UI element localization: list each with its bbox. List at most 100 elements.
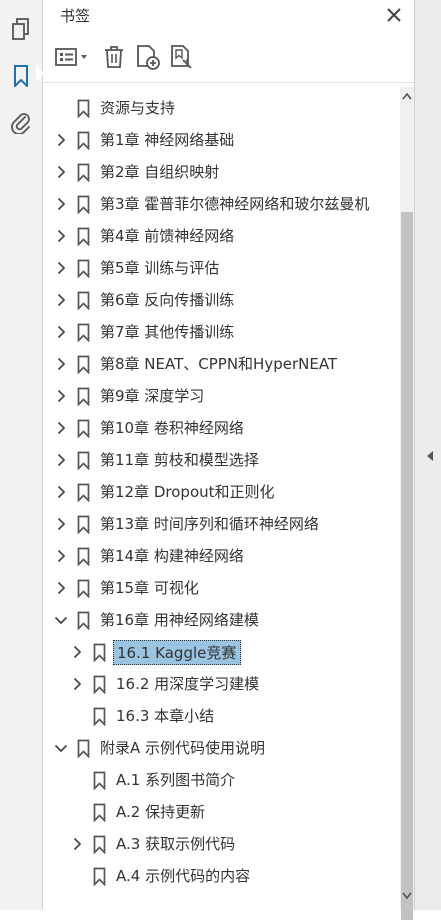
bookmark-item[interactable]: 第8章 NEAT、CPPN和HyperNEAT [43, 350, 398, 378]
bookmark-item[interactable]: A.3 获取示例代码 [43, 830, 398, 858]
bookmark-item[interactable]: 第7章 其他传播训练 [43, 318, 398, 346]
bookmark-icon[interactable] [6, 61, 36, 91]
chevron-right-icon[interactable] [53, 548, 69, 564]
bookmark-item-icon [92, 834, 106, 854]
scroll-down-icon[interactable] [400, 889, 414, 903]
pages-icon[interactable] [6, 14, 36, 44]
bookmark-item[interactable]: 第6章 反向传播训练 [43, 286, 398, 314]
bookmark-item-icon [76, 482, 90, 502]
chevron-right-icon[interactable] [53, 260, 69, 276]
bookmark-label: 第9章 深度学习 [100, 387, 205, 405]
bookmark-item[interactable]: 第11章 剪枝和模型选择 [43, 446, 398, 474]
chevron-right-icon[interactable] [53, 228, 69, 244]
chevron-right-icon[interactable] [53, 132, 69, 148]
bookmark-label: 第10章 卷积神经网络 [100, 419, 244, 437]
bookmark-label: 第16章 用神经网络建模 [100, 611, 259, 629]
chevron-right-icon[interactable] [53, 452, 69, 468]
bookmark-item[interactable]: 第9章 深度学习 [43, 382, 398, 410]
chevron-right-icon[interactable] [53, 356, 69, 372]
bookmark-label: 第11章 剪枝和模型选择 [100, 451, 259, 469]
chevron-right-icon[interactable] [53, 164, 69, 180]
bookmark-label: A.2 保持更新 [116, 803, 206, 821]
bookmark-item-icon [76, 98, 90, 118]
collapse-panel-icon[interactable] [427, 446, 433, 465]
navigation-rail [0, 0, 44, 910]
bookmark-item[interactable]: 16.1 Kaggle竞赛 [43, 638, 398, 666]
chevron-right-icon[interactable] [53, 420, 69, 436]
scrollbar-thumb[interactable] [401, 212, 413, 920]
bookmark-item-icon [76, 514, 90, 534]
bookmark-item-icon [92, 770, 106, 790]
bookmark-item[interactable]: A.2 保持更新 [43, 798, 398, 826]
chevron-right-icon[interactable] [69, 644, 85, 660]
bookmark-item[interactable]: 附录A 示例代码使用说明 [43, 734, 398, 762]
bookmark-item[interactable]: 第13章 时间序列和循环神经网络 [43, 510, 398, 538]
bookmark-item[interactable]: 第14章 构建神经网络 [43, 542, 398, 570]
chevron-down-icon[interactable] [53, 612, 69, 628]
bookmark-item-icon [76, 354, 90, 374]
bookmark-item-icon [76, 322, 90, 342]
bookmarks-toolbar [51, 42, 197, 76]
delete-icon [104, 45, 124, 73]
bookmark-label: 附录A 示例代码使用说明 [100, 739, 266, 757]
bookmark-item-icon [76, 450, 90, 470]
bookmark-item[interactable]: 第2章 自组织映射 [43, 158, 398, 186]
bookmark-item[interactable]: 第12章 Dropout和正则化 [43, 478, 398, 506]
bookmark-item-icon [76, 162, 90, 182]
attachment-icon[interactable] [6, 107, 36, 137]
bookmark-item[interactable]: 资源与支持 [43, 94, 398, 122]
bookmark-item[interactable]: 第16章 用神经网络建模 [43, 606, 398, 634]
chevron-right-icon[interactable] [69, 676, 85, 692]
chevron-right-icon[interactable] [53, 196, 69, 212]
scroll-up-icon[interactable] [400, 89, 414, 103]
bookmark-label: 资源与支持 [100, 99, 176, 117]
bookmark-item[interactable]: 第1章 神经网络基础 [43, 126, 398, 154]
bookmark-label: 16.1 Kaggle竞赛 [113, 640, 242, 665]
chevron-down-icon[interactable] [53, 740, 69, 756]
bookmark-item-icon [92, 866, 106, 886]
bookmark-tree: 资源与支持第1章 神经网络基础第2章 自组织映射第3章 霍普菲尔德神经网络和玻尔… [43, 94, 398, 910]
bookmark-item[interactable]: 16.2 用深度学习建模 [43, 670, 398, 698]
chevron-right-icon[interactable] [53, 516, 69, 532]
bookmark-label: 第14章 构建神经网络 [100, 547, 244, 565]
bookmark-label: 第1章 神经网络基础 [100, 131, 235, 149]
bookmark-item-icon [76, 546, 90, 566]
bookmark-label: A.4 示例代码的内容 [116, 867, 251, 885]
bookmark-item-icon [76, 418, 90, 438]
bookmark-item[interactable]: 第3章 霍普菲尔德神经网络和玻尔兹曼机 [43, 190, 398, 218]
bookmark-label: 第6章 反向传播训练 [100, 291, 235, 309]
bookmark-item[interactable]: 16.3 本章小结 [43, 702, 398, 730]
bookmark-label: 第15章 可视化 [100, 579, 199, 597]
find-bookmark-button[interactable] [167, 44, 197, 74]
chevron-right-icon[interactable] [53, 292, 69, 308]
bookmark-label: 16.3 本章小结 [116, 707, 215, 725]
bookmark-item-icon [76, 578, 90, 598]
chevron-right-icon[interactable] [53, 484, 69, 500]
vertical-scrollbar[interactable] [400, 87, 414, 920]
bookmark-label: 第7章 其他传播训练 [100, 323, 235, 341]
options-menu-button[interactable] [51, 44, 93, 74]
chevron-right-icon[interactable] [69, 836, 85, 852]
pane-splitter[interactable] [414, 0, 441, 910]
bookmark-label: 第8章 NEAT、CPPN和HyperNEAT [100, 355, 338, 373]
chevron-right-icon[interactable] [53, 324, 69, 340]
delete-bookmark-button[interactable] [99, 44, 129, 74]
find-bookmark-icon [169, 44, 195, 74]
bookmark-item[interactable]: 第10章 卷积神经网络 [43, 414, 398, 442]
bookmark-label: A.1 系列图书简介 [116, 771, 236, 789]
bookmark-item[interactable]: A.1 系列图书简介 [43, 766, 398, 794]
panel-title: 书签 [60, 7, 91, 25]
close-icon[interactable] [383, 4, 405, 26]
new-bookmark-button[interactable] [133, 44, 163, 74]
chevron-right-icon[interactable] [53, 580, 69, 596]
bookmark-item-icon [76, 226, 90, 246]
bookmark-label: 16.2 用深度学习建模 [116, 675, 260, 693]
bookmark-item[interactable]: A.4 示例代码的内容 [43, 862, 398, 890]
bookmark-label: 第3章 霍普菲尔德神经网络和玻尔兹曼机 [100, 195, 370, 213]
bookmark-item[interactable]: 第4章 前馈神经网络 [43, 222, 398, 250]
bookmark-item[interactable]: 第5章 训练与评估 [43, 254, 398, 282]
bookmarks-panel: 书签 资源与支持第1章 神经网络基础第2章 自组织映射第3章 霍普菲尔德神经网络… [43, 0, 414, 910]
bookmark-item[interactable]: 第15章 可视化 [43, 574, 398, 602]
chevron-right-icon[interactable] [53, 388, 69, 404]
bookmark-label: 第12章 Dropout和正则化 [100, 483, 275, 501]
